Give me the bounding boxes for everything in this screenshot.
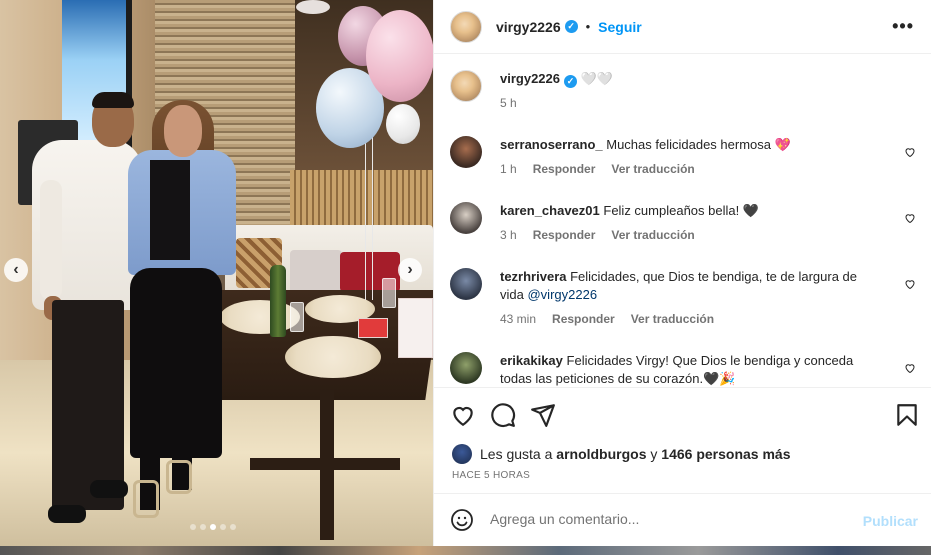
likes-prefix: Les gusta a	[480, 446, 553, 462]
heart-icon[interactable]	[904, 212, 916, 224]
likes-summary[interactable]: Les gusta a arnoldburgos y 1466 personas…	[452, 444, 791, 464]
caption-username[interactable]: virgy2226	[500, 71, 560, 86]
carousel-dot	[210, 524, 216, 530]
carousel-dots	[190, 524, 236, 530]
carousel-dot	[220, 524, 226, 530]
more-icon[interactable]: •••	[892, 16, 914, 37]
photo-table-leg	[250, 458, 400, 470]
photo-gift	[398, 298, 433, 358]
author-username[interactable]: virgy2226	[496, 19, 561, 35]
reply-button[interactable]: Responder	[533, 226, 596, 244]
heart-icon[interactable]	[904, 362, 916, 374]
liker-username[interactable]: arnoldburgos	[556, 446, 646, 462]
commenter-avatar[interactable]	[450, 202, 482, 234]
add-comment-bar: Publicar	[434, 493, 931, 546]
caption-text: 🤍🤍	[580, 71, 613, 86]
carousel-dot	[230, 524, 236, 530]
photo-glass	[382, 278, 396, 308]
comment-text: Muchas felicidades hermosa 💖	[606, 137, 791, 152]
likes-connector: y	[650, 446, 658, 462]
photo-man-shoe	[48, 505, 86, 523]
commenter-avatar[interactable]	[450, 352, 482, 384]
caption-avatar[interactable]	[450, 70, 482, 102]
caption-time[interactable]: 5 h	[500, 94, 517, 112]
comment-time[interactable]: 3 h	[500, 226, 517, 244]
comments-list[interactable]: virgy2226 ✓ 🤍🤍 5 h serranoserrano_ Muchas…	[434, 54, 931, 387]
comment-mention[interactable]: @virgy2226	[527, 287, 597, 302]
chevron-left-icon: ‹	[13, 261, 19, 278]
bookmark-icon[interactable]	[894, 402, 920, 428]
comment-row: erikakikay Felicidades Virgy! Que Dios l…	[450, 352, 920, 387]
post-side-panel: virgy2226 ✓ • Seguir ••• virgy2226 ✓ 🤍🤍 5…	[433, 0, 931, 546]
photo-balloon	[386, 104, 420, 144]
post-actions: Les gusta a arnoldburgos y 1466 personas…	[434, 387, 931, 493]
caption-row: virgy2226 ✓ 🤍🤍 5 h	[450, 70, 920, 112]
comment-username[interactable]: erikakikay	[500, 353, 563, 368]
photo-man-shoe	[90, 480, 128, 498]
comment-username[interactable]: serranoserrano_	[500, 137, 603, 152]
header-separator: •	[585, 19, 591, 34]
photo-man-arm	[40, 180, 62, 300]
photo-balloon	[366, 10, 433, 102]
photo-man-pants	[52, 300, 124, 510]
photo-woman-shoe	[166, 460, 192, 494]
photo-placemat	[220, 300, 300, 334]
photo-glass	[290, 302, 304, 332]
photo-placemat	[285, 336, 381, 378]
carousel-dot	[190, 524, 196, 530]
comment-username[interactable]: karen_chavez01	[500, 203, 600, 218]
photo-champagne-bottle	[270, 265, 286, 337]
comment-time[interactable]: 43 min	[500, 310, 536, 328]
heart-icon[interactable]	[450, 402, 476, 428]
carousel-dot	[200, 524, 206, 530]
translate-button[interactable]: Ver traducción	[611, 226, 694, 244]
photo-woman-shoe	[133, 480, 159, 518]
photo-woman-face	[164, 105, 202, 157]
verified-icon: ✓	[564, 75, 577, 88]
emoji-icon[interactable]	[450, 508, 474, 532]
author-avatar[interactable]	[450, 10, 482, 43]
comment-row: tezrhrivera Felicidades, que Dios te ben…	[450, 268, 920, 328]
photo-balloon-string	[365, 130, 366, 300]
carousel-prev-button[interactable]: ‹	[4, 258, 28, 282]
commenter-avatar[interactable]	[450, 268, 482, 300]
post-header: virgy2226 ✓ • Seguir •••	[434, 0, 931, 54]
post-time-ago[interactable]: HACE 5 HORAS	[452, 470, 530, 481]
photo-balloon	[296, 0, 330, 14]
commenter-avatar[interactable]	[450, 136, 482, 168]
reply-button[interactable]: Responder	[552, 310, 615, 328]
heart-icon[interactable]	[904, 146, 916, 158]
post-photo[interactable]: ‹ ›	[0, 0, 433, 546]
carousel-next-button[interactable]: ›	[398, 258, 422, 282]
photo-woman-top	[150, 160, 190, 260]
heart-icon[interactable]	[904, 278, 916, 290]
photo-man-hair	[92, 92, 134, 108]
share-icon[interactable]	[530, 402, 556, 428]
photo-gift	[358, 318, 388, 338]
liker-avatar	[452, 444, 472, 464]
likes-others[interactable]: 1466 personas más	[661, 446, 790, 462]
background-feed-strip	[0, 546, 931, 555]
publish-button[interactable]: Publicar	[863, 513, 918, 529]
chevron-right-icon: ›	[407, 261, 413, 278]
comment-text: Feliz cumpleaños bella! 🖤	[603, 203, 760, 218]
comment-input[interactable]	[490, 511, 850, 527]
comment-row: serranoserrano_ Muchas felicidades hermo…	[450, 136, 920, 178]
comment-icon[interactable]	[490, 402, 516, 428]
comment-time[interactable]: 1 h	[500, 160, 517, 178]
follow-button[interactable]: Seguir	[598, 19, 642, 35]
comment-row: karen_chavez01 Feliz cumpleaños bella! 🖤…	[450, 202, 920, 244]
translate-button[interactable]: Ver traducción	[611, 160, 694, 178]
translate-button[interactable]: Ver traducción	[631, 310, 714, 328]
verified-icon: ✓	[564, 20, 578, 33]
reply-button[interactable]: Responder	[533, 160, 596, 178]
comment-username[interactable]: tezrhrivera	[500, 269, 566, 284]
